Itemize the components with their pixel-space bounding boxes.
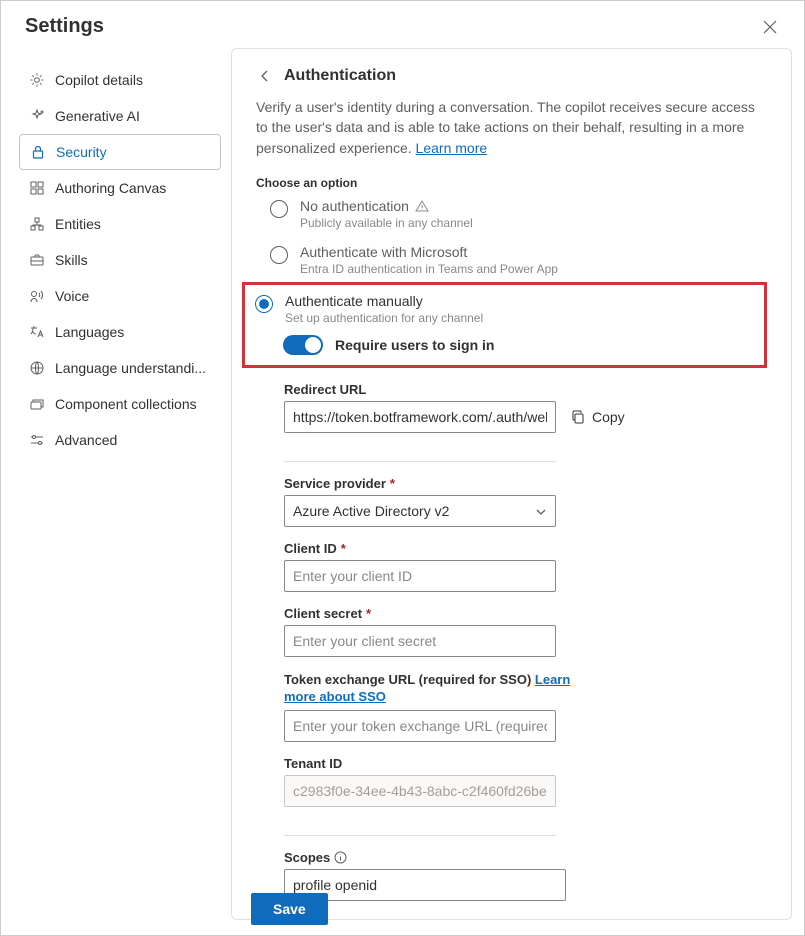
languages-icon	[29, 324, 45, 340]
save-button[interactable]: Save	[251, 893, 328, 925]
tenant-id-label: Tenant ID	[284, 756, 767, 771]
service-provider-select[interactable]: Azure Active Directory v2	[284, 495, 556, 527]
settings-header: Settings	[1, 1, 804, 48]
sidebar-item-languages[interactable]: Languages	[19, 314, 221, 350]
warning-icon	[415, 199, 429, 213]
choose-option-label: Choose an option	[256, 176, 767, 190]
sidebar-item-copilot-details[interactable]: Copilot details	[19, 62, 221, 98]
sidebar-item-skills[interactable]: Skills	[19, 242, 221, 278]
copy-label: Copy	[592, 409, 625, 425]
sidebar-item-label: Authoring Canvas	[55, 180, 166, 196]
sliders-icon	[29, 432, 45, 448]
radio-sublabel: Publicly available in any channel	[300, 216, 473, 230]
sidebar-item-entities[interactable]: Entities	[19, 206, 221, 242]
gear-icon	[29, 72, 45, 88]
sidebar-item-label: Advanced	[55, 432, 117, 448]
sidebar-item-label: Copilot details	[55, 72, 143, 88]
lock-icon	[30, 144, 46, 160]
page-title: Settings	[25, 15, 104, 38]
radio-authenticate-microsoft[interactable]: Authenticate with Microsoft Entra ID aut…	[270, 244, 767, 276]
client-id-label: Client ID	[284, 541, 337, 556]
panel-description: Verify a user's identity during a conver…	[256, 97, 767, 158]
service-provider-label: Service provider	[284, 476, 386, 491]
sidebar-item-label: Voice	[55, 288, 89, 304]
voice-icon	[29, 288, 45, 304]
required-asterisk: *	[390, 476, 395, 491]
token-exchange-url-input[interactable]	[284, 710, 556, 742]
sidebar-item-label: Entities	[55, 216, 101, 232]
radio-sublabel: Entra ID authentication in Teams and Pow…	[300, 262, 558, 276]
radio-icon	[270, 200, 288, 218]
client-secret-label: Client secret	[284, 606, 362, 621]
radio-label: No authentication	[300, 198, 409, 214]
globe-icon	[29, 360, 45, 376]
main-panel: Authentication Verify a user's identity …	[231, 48, 792, 920]
sidebar-item-security[interactable]: Security	[19, 134, 221, 170]
sidebar-item-component-collections[interactable]: Component collections	[19, 386, 221, 422]
sidebar-item-label: Skills	[55, 252, 88, 268]
require-signin-label: Require users to sign in	[335, 337, 494, 353]
redirect-url-input[interactable]	[284, 401, 556, 433]
entities-icon	[29, 216, 45, 232]
info-icon	[334, 851, 347, 864]
sidebar-item-label: Generative AI	[55, 108, 140, 124]
briefcase-icon	[29, 252, 45, 268]
sidebar-item-generative-ai[interactable]: Generative AI	[19, 98, 221, 134]
sidebar-item-label: Security	[56, 144, 107, 160]
sidebar-item-advanced[interactable]: Advanced	[19, 422, 221, 458]
panel-title: Authentication	[284, 67, 396, 85]
sidebar-item-language-understanding[interactable]: Language understandi...	[19, 350, 221, 386]
sidebar-item-label: Language understandi...	[55, 360, 206, 376]
radio-authenticate-manually[interactable]: Authenticate manually Set up authenticat…	[255, 293, 574, 325]
separator	[284, 461, 556, 462]
settings-sidebar: Copilot details Generative AI Security A…	[1, 48, 231, 932]
required-asterisk: *	[341, 541, 346, 556]
learn-more-link[interactable]: Learn more	[416, 140, 488, 156]
close-button[interactable]	[760, 17, 780, 37]
scopes-label: Scopes	[284, 850, 330, 865]
close-icon	[763, 20, 777, 34]
radio-label: Authenticate manually	[285, 293, 423, 309]
separator	[284, 835, 556, 836]
service-provider-value: Azure Active Directory v2	[293, 503, 449, 519]
sidebar-item-voice[interactable]: Voice	[19, 278, 221, 314]
collection-icon	[29, 396, 45, 412]
token-exchange-url-label: Token exchange URL (required for SSO) Le…	[284, 671, 584, 706]
client-secret-input[interactable]	[284, 625, 556, 657]
tenant-id-input	[284, 775, 556, 807]
sidebar-item-authoring-canvas[interactable]: Authoring Canvas	[19, 170, 221, 206]
required-asterisk: *	[366, 606, 371, 621]
back-button[interactable]	[256, 67, 274, 85]
redirect-url-label: Redirect URL	[284, 382, 767, 397]
client-id-input[interactable]	[284, 560, 556, 592]
radio-label: Authenticate with Microsoft	[300, 244, 467, 260]
chevron-down-icon	[535, 505, 547, 517]
highlighted-selection: Authenticate manually Set up authenticat…	[242, 282, 767, 368]
radio-icon	[270, 246, 288, 264]
copy-button[interactable]: Copy	[570, 409, 625, 425]
chevron-left-icon	[259, 70, 271, 82]
require-signin-toggle[interactable]	[283, 335, 323, 355]
radio-icon-selected	[255, 295, 273, 313]
radio-no-authentication[interactable]: No authentication Publicly available in …	[270, 198, 767, 230]
radio-sublabel: Set up authentication for any channel	[285, 311, 483, 325]
sparkle-icon	[29, 108, 45, 124]
sidebar-item-label: Component collections	[55, 396, 197, 412]
sidebar-item-label: Languages	[55, 324, 124, 340]
copy-icon	[570, 409, 586, 425]
grid-icon	[29, 180, 45, 196]
